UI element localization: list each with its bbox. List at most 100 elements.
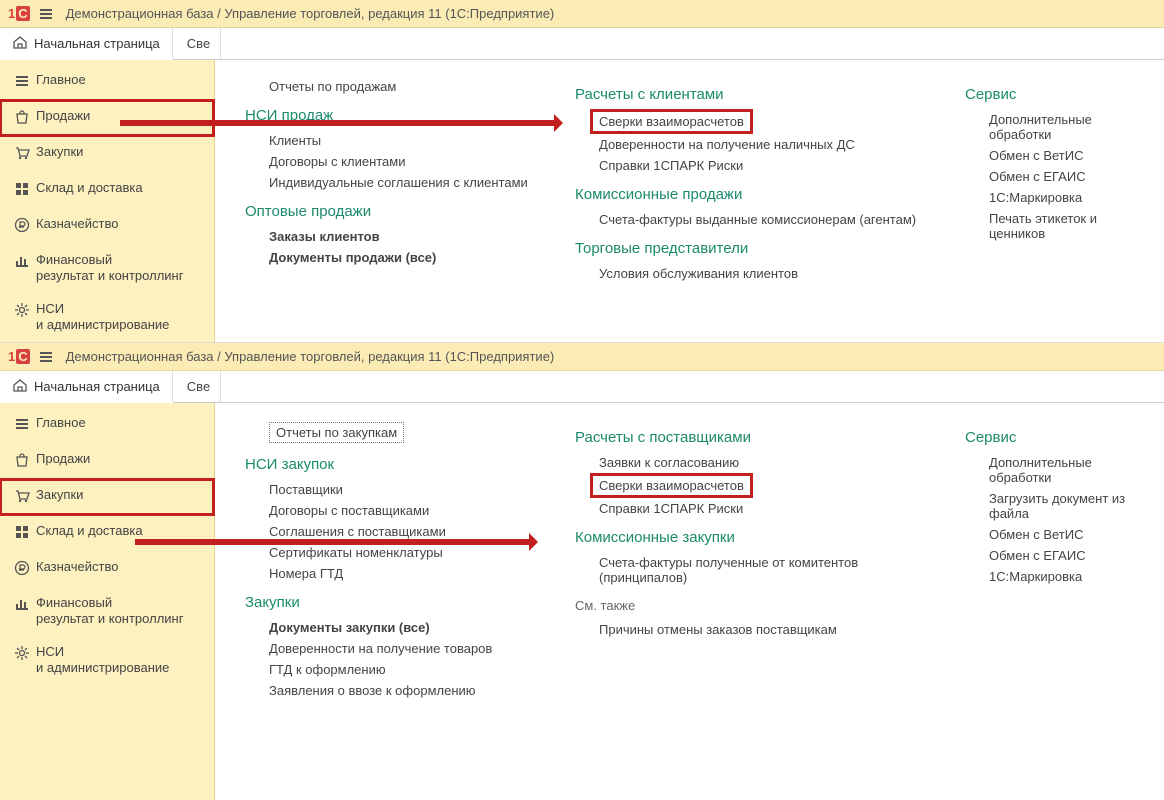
sidebar-item-label: Главное — [36, 72, 86, 88]
sidebar-item-label: НСИи администрирование — [36, 644, 169, 677]
menu-link[interactable]: Договоры с поставщиками — [269, 503, 429, 518]
menu-link[interactable]: Заявления о ввозе к оформлению — [269, 683, 476, 698]
reports-link[interactable]: Отчеты по закупкам — [269, 422, 404, 443]
menu-link[interactable]: Дополнительные обработки — [989, 455, 1134, 485]
menu-link[interactable]: 1С:Маркировка — [989, 569, 1082, 584]
sidebar-item-label: Казначейство — [36, 216, 118, 232]
menu-icon — [14, 72, 36, 92]
menu-link[interactable]: Сертификаты номенклатуры — [269, 545, 443, 560]
menu-link[interactable]: Счета-фактуры полученные от комитентов (… — [599, 555, 935, 585]
menu-link[interactable]: Причины отмены заказов поставщикам — [599, 622, 837, 637]
sidebar-item-label: Продажи — [36, 451, 90, 467]
section-header: Комиссионные закупки — [575, 529, 735, 546]
cart-icon — [14, 487, 36, 507]
sidebar-item[interactable]: Закупки — [0, 479, 214, 515]
app-title: Демонстрационная база / Управление торго… — [66, 6, 555, 21]
bars-icon — [14, 595, 36, 615]
main-menu-icon[interactable] — [36, 349, 56, 365]
section-header: Оптовые продажи — [245, 203, 371, 220]
app-title: Демонстрационная база / Управление торго… — [66, 349, 555, 364]
menu-link[interactable]: ГТД к оформлению — [269, 662, 386, 677]
section-header: НСИ закупок — [245, 456, 334, 473]
bag-icon — [14, 451, 36, 471]
home-icon — [12, 34, 28, 53]
logo-1c-icon: 1С — [8, 6, 30, 21]
menu-link[interactable]: Номера ГТД — [269, 566, 343, 581]
menu-icon — [14, 415, 36, 435]
menu-link[interactable]: Обмен с ВетИС — [989, 527, 1084, 542]
menu-link[interactable]: Условия обслуживания клиентов — [599, 266, 798, 281]
reports-link[interactable]: Отчеты по продажам — [269, 79, 396, 94]
sidebar-item[interactable]: Казначейство — [0, 551, 214, 587]
tab-home-label: Начальная страница — [34, 379, 160, 394]
annotation-arrow — [120, 120, 560, 126]
menu-link[interactable]: Доверенности на получение наличных ДС — [599, 137, 855, 152]
section-header: Торговые представители — [575, 240, 748, 257]
section-header: Комиссионные продажи — [575, 186, 742, 203]
menu-link[interactable]: 1С:Маркировка — [989, 190, 1082, 205]
tab-home[interactable]: Начальная страница — [0, 371, 173, 403]
sidebar-item-label: Закупки — [36, 487, 83, 503]
menu-link[interactable]: Справки 1СПАРК Риски — [599, 501, 743, 516]
sidebar-item[interactable]: Главное — [0, 407, 214, 443]
sidebar-item[interactable]: Финансовыйрезультат и контроллинг — [0, 244, 214, 293]
tab-truncated[interactable]: Све — [173, 28, 221, 59]
sidebar-item-label: Склад и доставка — [36, 523, 143, 539]
menu-link[interactable]: Обмен с ВетИС — [989, 148, 1084, 163]
menu-link[interactable]: Соглашения с поставщиками — [269, 524, 446, 539]
sidebar-item-label: Закупки — [36, 144, 83, 160]
sidebar-item[interactable]: Продажи — [0, 443, 214, 479]
menu-link[interactable]: Доверенности на получение товаров — [269, 641, 492, 656]
sidebar-item[interactable]: НСИи администрирование — [0, 293, 214, 342]
section-header: Расчеты с клиентами — [575, 86, 724, 103]
menu-link[interactable]: Сверки взаиморасчетов — [593, 476, 750, 495]
menu-link[interactable]: Документы закупки (все) — [269, 620, 430, 635]
tab-truncated-label: Све — [187, 36, 210, 51]
title-bar: 1С Демонстрационная база / Управление то… — [0, 343, 1164, 371]
sidebar-item-label: НСИи администрирование — [36, 301, 169, 334]
sidebar: Главное Продажи Закупки Склад и доставка Каз… — [0, 60, 215, 342]
sidebar-item[interactable]: Финансовыйрезультат и контроллинг — [0, 587, 214, 636]
bars-icon — [14, 252, 36, 272]
sidebar-item[interactable]: Склад и доставка — [0, 515, 214, 551]
menu-link[interactable]: Счета-фактуры выданные комиссионерам (аг… — [599, 212, 916, 227]
sidebar-item[interactable]: НСИи администрирование — [0, 636, 214, 685]
menu-link[interactable]: Клиенты — [269, 133, 321, 148]
menu-link[interactable]: Загрузить документ из файла — [989, 491, 1134, 521]
annotation-arrow — [135, 539, 535, 545]
gear-icon — [14, 644, 36, 664]
sidebar-item[interactable]: Казначейство — [0, 208, 214, 244]
menu-link[interactable]: Документы продажи (все) — [269, 250, 436, 265]
sidebar-item[interactable]: Закупки — [0, 136, 214, 172]
tab-home[interactable]: Начальная страница — [0, 28, 173, 60]
sidebar-item[interactable]: Продажи — [0, 100, 214, 136]
menu-link[interactable]: Договоры с клиентами — [269, 154, 405, 169]
sidebar-item[interactable]: Склад и доставка — [0, 172, 214, 208]
menu-link[interactable]: Поставщики — [269, 482, 343, 497]
section-header: Сервис — [965, 429, 1016, 446]
menu-link[interactable]: Справки 1СПАРК Риски — [599, 158, 743, 173]
sidebar-item[interactable]: Главное — [0, 64, 214, 100]
menu-link[interactable]: Обмен с ЕГАИС — [989, 169, 1086, 184]
menu-link[interactable]: Дополнительные обработки — [989, 112, 1134, 142]
tab-truncated[interactable]: Све — [173, 371, 221, 402]
bag-icon — [14, 108, 36, 128]
sidebar-item-label: Продажи — [36, 108, 90, 124]
tab-truncated-label: Све — [187, 379, 210, 394]
sidebar-item-label: Склад и доставка — [36, 180, 143, 196]
section-header: См. также — [575, 598, 635, 613]
title-bar: 1С Демонстрационная база / Управление то… — [0, 0, 1164, 28]
menu-link[interactable]: Печать этикеток и ценников — [989, 211, 1134, 241]
home-icon — [12, 377, 28, 396]
main-menu-icon[interactable] — [36, 6, 56, 22]
section-header: Сервис — [965, 86, 1016, 103]
cart-icon — [14, 144, 36, 164]
menu-link[interactable]: Сверки взаиморасчетов — [593, 112, 750, 131]
menu-link[interactable]: Обмен с ЕГАИС — [989, 548, 1086, 563]
ruble-icon — [14, 216, 36, 236]
menu-link[interactable]: Заявки к согласованию — [599, 455, 739, 470]
content-area: Отчеты по закупкам НСИ закупок Поставщики Д… — [215, 403, 1164, 800]
menu-link[interactable]: Заказы клиентов — [269, 229, 380, 244]
menu-link[interactable]: Индивидуальные соглашения с клиентами — [269, 175, 528, 190]
grid-icon — [14, 180, 36, 200]
